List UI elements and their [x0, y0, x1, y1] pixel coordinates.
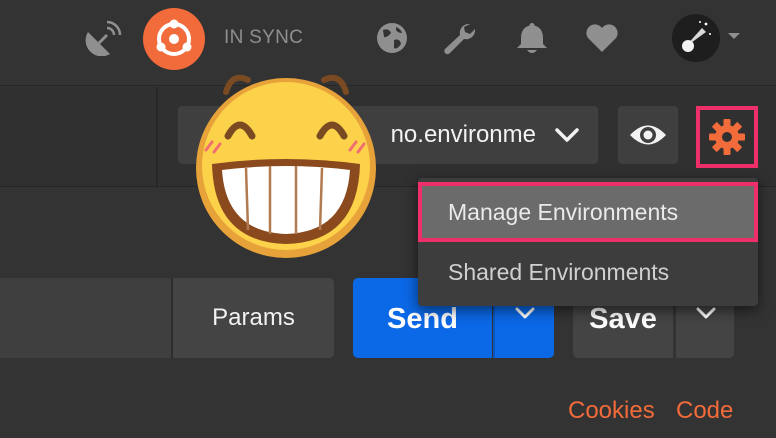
heart-icon[interactable]: [582, 20, 622, 56]
wrench-icon[interactable]: [440, 20, 480, 56]
cookies-link[interactable]: Cookies: [568, 397, 655, 425]
bell-icon[interactable]: [512, 20, 552, 56]
code-link[interactable]: Code: [676, 397, 733, 425]
menu-item-manage-environments[interactable]: Manage Environments: [418, 182, 758, 242]
divider: [156, 87, 158, 187]
chevron-down-icon: [515, 307, 535, 319]
chevron-down-icon: [555, 128, 579, 142]
manage-environments-button[interactable]: [696, 106, 758, 168]
environment-quick-look-button[interactable]: [618, 106, 678, 164]
chevron-down-icon: [696, 307, 716, 319]
eye-icon: [630, 125, 666, 145]
comet-avatar-icon: [672, 14, 720, 62]
grinning-emoji-sticker: [196, 74, 376, 258]
request-url-input[interactable]: [0, 278, 172, 358]
gear-icon: [709, 119, 745, 155]
menu-item-shared-environments[interactable]: Shared Environments: [418, 242, 758, 302]
environment-select-value: no.environme: [390, 121, 536, 148]
chevron-down-icon[interactable]: [727, 31, 741, 41]
environment-settings-menu: Manage Environments Shared Environments: [418, 178, 758, 306]
header-bar: IN SYNC: [0, 0, 776, 86]
params-button[interactable]: Params: [171, 278, 334, 358]
satellite-icon[interactable]: [82, 20, 122, 56]
user-avatar[interactable]: [672, 14, 720, 62]
sync-status-label: IN SYNC: [224, 27, 304, 48]
sync-icon: [156, 19, 192, 56]
globe-icon[interactable]: [372, 20, 412, 56]
sync-status-badge[interactable]: [143, 8, 205, 70]
